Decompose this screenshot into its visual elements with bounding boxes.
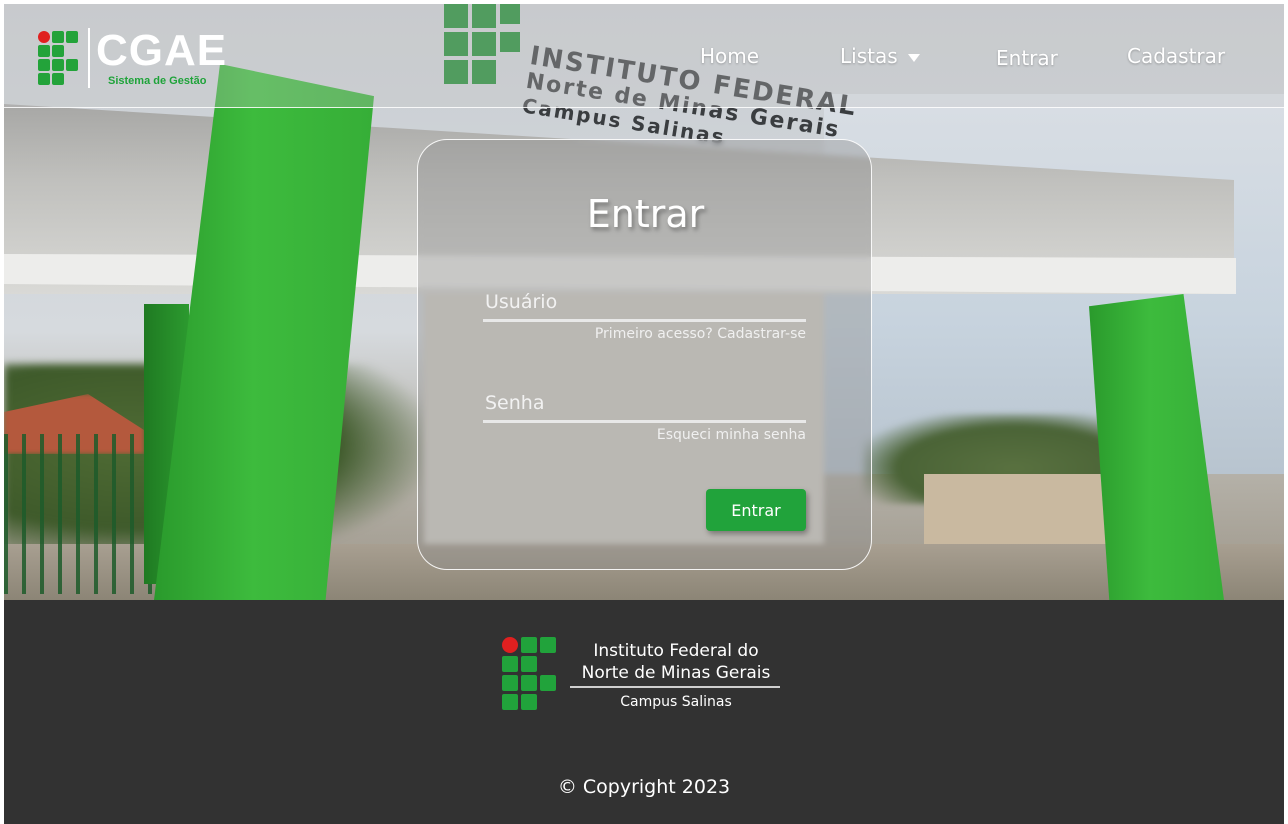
- institution-logo: Instituto Federal do Norte de Minas Gera…: [502, 637, 792, 717]
- username-input[interactable]: [483, 282, 806, 322]
- institution-divider: [570, 686, 780, 688]
- page-frame: INSTITUTO FEDERAL Norte de Minas Gerais …: [4, 4, 1284, 824]
- signup-link[interactable]: Primeiro acesso? Cadastrar-se: [483, 326, 806, 342]
- nav-listas-dropdown[interactable]: Listas: [840, 44, 920, 68]
- copyright-text: © Copyright 2023: [557, 776, 731, 798]
- password-field-group: Esqueci minha senha: [483, 383, 806, 443]
- nav-listas-label: Listas: [840, 44, 898, 68]
- username-field-group: Primeiro acesso? Cadastrar-se: [483, 282, 806, 342]
- footer: Instituto Federal do Norte de Minas Gera…: [4, 600, 1284, 824]
- login-card: Entrar Primeiro acesso? Cadastrar-se Esq…: [417, 139, 872, 570]
- caret-down-icon: [907, 53, 920, 62]
- forgot-password-link[interactable]: Esqueci minha senha: [483, 427, 806, 443]
- login-submit-button[interactable]: Entrar: [706, 489, 806, 531]
- navbar: CGAE Sistema de Gestão Home Listas Entra…: [4, 4, 1284, 108]
- if-logo-icon: [502, 637, 562, 715]
- login-title: Entrar: [586, 192, 705, 236]
- institution-name: Instituto Federal do Norte de Minas Gera…: [572, 640, 780, 684]
- institution-name-line: Norte de Minas Gerais: [581, 663, 771, 683]
- institution-name-line: Instituto Federal do: [593, 641, 759, 661]
- background-fence: [4, 434, 154, 594]
- institution-campus: Campus Salinas: [620, 694, 732, 710]
- main-nav: Home Listas Entrar Cadastrar: [4, 4, 1284, 108]
- nav-home-link[interactable]: Home: [700, 44, 759, 68]
- nav-entrar-link[interactable]: Entrar: [996, 46, 1058, 70]
- nav-cadastrar-link[interactable]: Cadastrar: [1127, 44, 1225, 68]
- password-input[interactable]: [483, 383, 806, 423]
